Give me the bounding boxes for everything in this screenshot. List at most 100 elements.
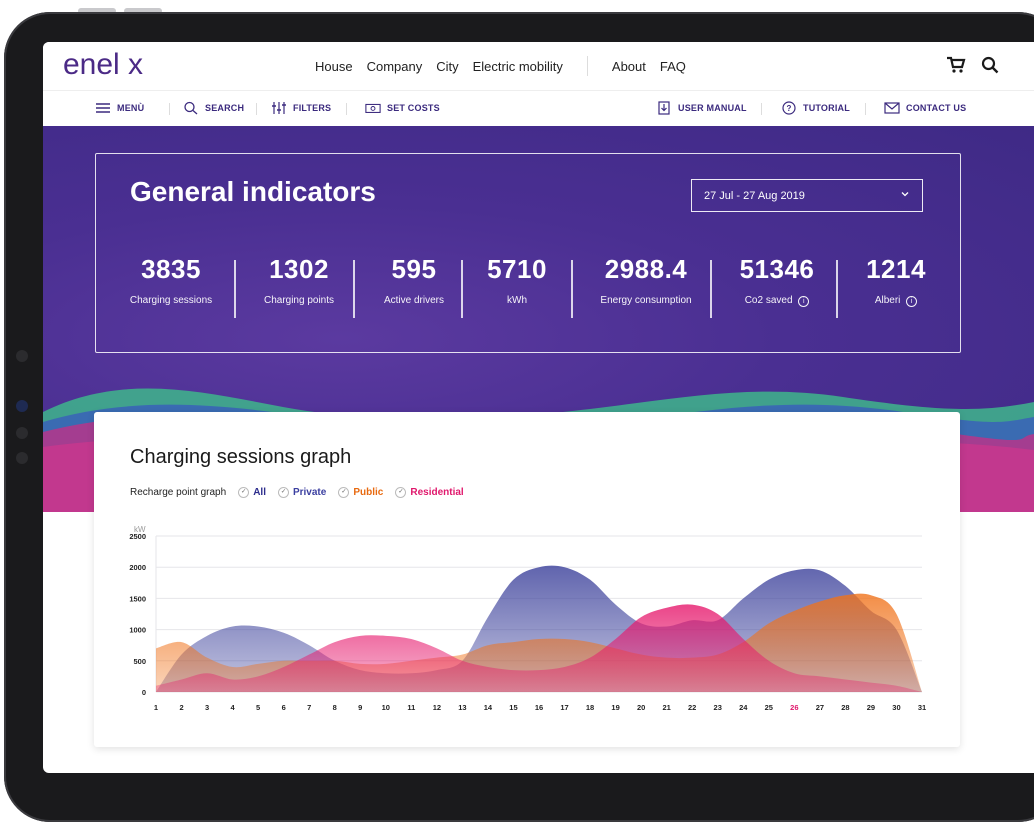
kpi-divider [234, 260, 236, 318]
kpi-row: 3835 Charging sessions 1302 Charging poi… [96, 254, 960, 324]
user-manual-button[interactable]: USER MANUAL [656, 101, 747, 115]
menu-button[interactable]: MENÙ [95, 101, 144, 115]
y-tick-label: 0 [142, 688, 146, 697]
kpi-label: kWh [507, 295, 527, 306]
x-tick-label: 17 [560, 703, 568, 712]
nav-link-electric-mobility[interactable]: Electric mobility [473, 59, 563, 76]
x-tick-label: 3 [205, 703, 209, 712]
general-indicators-panel: General indicators 27 Jul - 27 Aug 2019 … [95, 153, 961, 353]
x-tick-label: 2 [179, 703, 183, 712]
kpi-value: 1214 [866, 254, 926, 284]
filter-residential-label: Residential [410, 487, 464, 498]
mail-icon [884, 102, 900, 114]
filter-public[interactable]: ✓ Public [338, 487, 383, 498]
x-tick-label: 1 [154, 703, 158, 712]
toolbar-divider [169, 103, 170, 115]
y-tick-label: 1500 [129, 594, 146, 603]
kpi-value: 51346 [739, 254, 815, 284]
x-tick-label: 13 [458, 703, 466, 712]
info-icon[interactable]: i [906, 296, 918, 307]
check-icon: ✓ [238, 487, 250, 498]
contact-us-button[interactable]: CONTACT US [884, 101, 966, 115]
search-button[interactable]: SEARCH [183, 101, 244, 115]
filter-label: Recharge point graph [130, 487, 227, 498]
x-tick-label: 24 [739, 703, 748, 712]
filters-button[interactable]: FILTERS [271, 101, 331, 115]
kpi-label: Alberi i [844, 295, 948, 307]
hamburger-icon [96, 103, 110, 113]
x-tick-label: 7 [307, 703, 311, 712]
filter-private[interactable]: ✓ Private [277, 487, 327, 498]
nav-link-about[interactable]: About [612, 59, 646, 76]
contact-us-label: CONTACT US [906, 103, 967, 113]
download-doc-icon [658, 101, 670, 115]
tablet-device: enel x House Company City Electric mobil… [0, 0, 1034, 822]
nav-link-faq[interactable]: FAQ [660, 59, 686, 76]
check-icon: ✓ [395, 487, 407, 498]
tutorial-label: TUTORIAL [803, 103, 850, 113]
x-tick-label: 20 [637, 703, 645, 712]
x-tick-label: 30 [892, 703, 900, 712]
graph-title: Charging sessions graph [130, 446, 352, 468]
kpi-divider [571, 260, 573, 318]
kpi-active-drivers: 595 Active drivers [366, 254, 462, 306]
chevron-down-icon [901, 192, 909, 197]
info-icon[interactable]: i [798, 296, 810, 307]
x-tick-label: 29 [867, 703, 875, 712]
x-tick-label: 27 [816, 703, 824, 712]
date-range-select[interactable]: 27 Jul - 27 Aug 2019 [691, 179, 923, 212]
toolbar-divider [761, 103, 762, 115]
kpi-charging-points: 1302 Charging points [246, 254, 352, 306]
search-icon[interactable] [981, 56, 999, 74]
set-costs-button[interactable]: SET COSTS [365, 101, 440, 115]
kpi-alberi: 1214 Alberi i [844, 254, 948, 307]
charging-sessions-card: Charging sessions graph Recharge point g… [94, 412, 960, 747]
cart-icon[interactable] [946, 56, 966, 74]
y-tick-label: 500 [133, 657, 146, 666]
check-icon: ✓ [277, 487, 289, 498]
y-tick-label: 2500 [129, 532, 146, 541]
graph-filters: Recharge point graph ✓ All ✓ Private ✓ Publ… [130, 487, 464, 498]
x-tick-label: 21 [662, 703, 670, 712]
x-tick-label: 22 [688, 703, 696, 712]
filter-all[interactable]: ✓ All [238, 487, 266, 498]
kpi-divider [461, 260, 463, 318]
search-icon [184, 101, 198, 115]
kpi-divider [710, 260, 712, 318]
menu-label: MENÙ [117, 103, 145, 113]
sliders-icon [272, 102, 286, 114]
nav-link-company[interactable]: Company [367, 59, 423, 76]
search-label: SEARCH [205, 103, 245, 113]
kpi-label: Active drivers [383, 295, 444, 306]
filter-public-label: Public [353, 487, 384, 498]
kpi-charging-sessions: 3835 Charging sessions [118, 254, 224, 306]
kpi-co2-saved: 51346 Co2 saved i [720, 254, 834, 307]
svg-text:?: ? [786, 104, 791, 113]
check-icon: ✓ [338, 487, 350, 498]
filter-all-label: All [253, 487, 266, 498]
toolbar-divider [346, 103, 347, 115]
filters-label: FILTERS [293, 103, 332, 113]
date-range-value: 27 Jul - 27 Aug 2019 [704, 190, 805, 202]
filter-residential[interactable]: ✓ Residential [395, 487, 464, 498]
money-icon [365, 103, 381, 113]
x-tick-label: 10 [382, 703, 390, 712]
x-tick-label: 8 [333, 703, 337, 712]
kpi-label: Co2 saved i [720, 295, 834, 307]
nav-link-house[interactable]: House [315, 59, 353, 76]
help-circle-icon: ? [782, 101, 796, 115]
toolbar-divider [256, 103, 257, 115]
tutorial-button[interactable]: ? TUTORIAL [781, 101, 850, 115]
general-indicators-title: General indicators [130, 176, 376, 207]
x-tick-label: 12 [433, 703, 441, 712]
charging-sessions-chart: kW050010001500200025001 2 3 4 5 6 7 8 9 10 11 12 13 1… [129, 525, 926, 712]
camera-lens [16, 400, 28, 412]
nav-link-city[interactable]: City [436, 59, 458, 76]
kpi-divider [353, 260, 355, 318]
kpi-kwh: 5710 kWh [472, 254, 562, 306]
kpi-value: 595 [391, 254, 437, 284]
filter-private-label: Private [292, 487, 327, 498]
top-navigation: enel x House Company City Electric mobil… [43, 42, 1034, 90]
kpi-label-text: Alberi [874, 295, 901, 306]
enel-x-logo[interactable]: enel x [63, 48, 143, 82]
